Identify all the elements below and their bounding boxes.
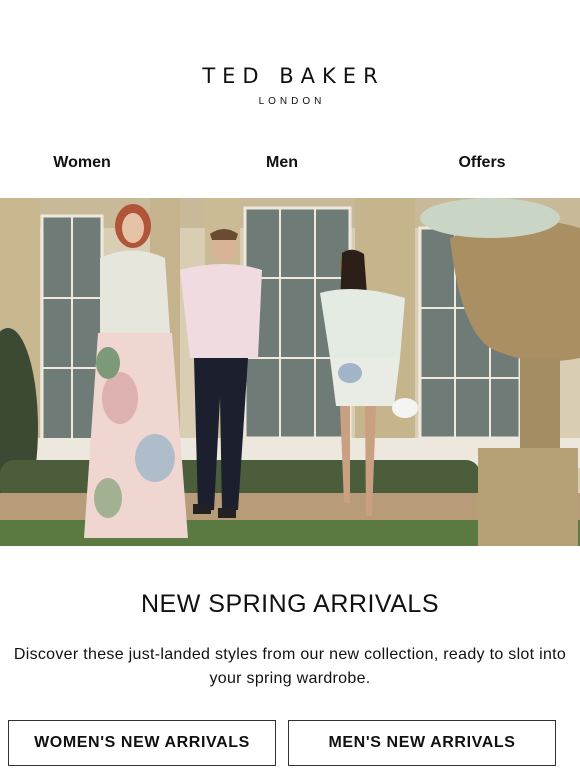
mens-new-arrivals-button[interactable]: MEN'S NEW ARRIVALS (288, 720, 556, 766)
brand-name: TED BAKER (202, 64, 385, 88)
hero-illustration (0, 198, 580, 546)
brand-logo[interactable]: TED BAKER LONDON (0, 64, 580, 107)
brand-subtitle: LONDON (258, 96, 326, 107)
section-headline: NEW SPRING ARRIVALS (141, 590, 439, 618)
nav-item-women[interactable]: Women (12, 154, 152, 172)
hero-image[interactable] (0, 198, 580, 546)
main-navigation: Women Men Offers (0, 154, 580, 178)
section-description: Discover these just-landed styles from o… (13, 646, 567, 687)
nav-item-offers[interactable]: Offers (412, 154, 552, 172)
womens-new-arrivals-button[interactable]: WOMEN'S NEW ARRIVALS (8, 720, 276, 766)
nav-item-men[interactable]: Men (212, 154, 352, 172)
